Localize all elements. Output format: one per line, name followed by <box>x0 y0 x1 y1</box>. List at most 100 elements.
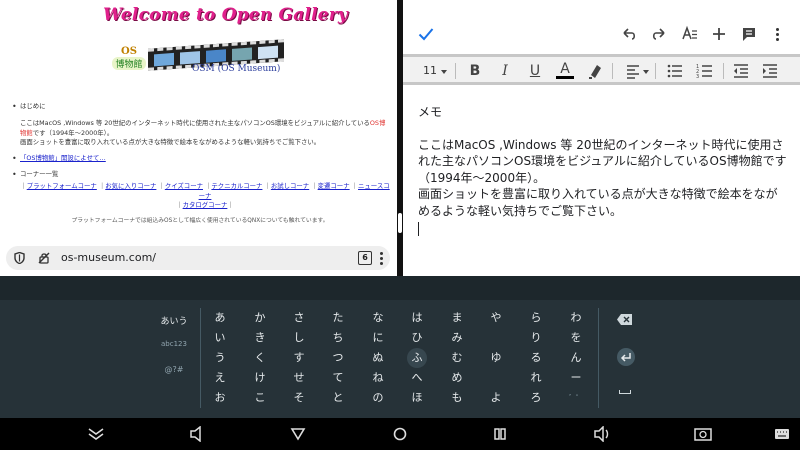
kana-key[interactable]: さ <box>287 311 311 325</box>
keyboard-switch-icon[interactable] <box>774 426 790 442</box>
kana-key[interactable]: な <box>366 311 390 325</box>
shield-icon[interactable] <box>14 252 25 264</box>
kana-key[interactable]: ほ <box>405 391 429 405</box>
kana-key[interactable]: ね <box>366 371 390 385</box>
kana-key[interactable]: ち <box>326 331 350 345</box>
corner-link-history[interactable]: 変遷コーナ <box>318 182 350 190</box>
kana-key[interactable]: た <box>326 311 350 325</box>
os-museum-logo[interactable]: OS 博物館 <box>112 46 146 71</box>
space-key[interactable] <box>619 390 631 394</box>
kana-key[interactable]: つ <box>326 351 350 365</box>
logo-kanji-text: 博物館 <box>112 57 146 70</box>
kana-key[interactable]: ゛゜ <box>564 391 588 405</box>
kana-key[interactable]: は <box>405 311 429 325</box>
enter-key[interactable] <box>617 348 635 366</box>
recent-apps-icon[interactable] <box>490 426 510 442</box>
corner-link-trial[interactable]: お試しコーナ <box>271 182 309 190</box>
volume-down-icon[interactable] <box>188 426 208 442</box>
insert-plus-icon[interactable] <box>710 25 728 43</box>
mode-alnum-key[interactable]: abc123 <box>150 340 198 348</box>
kana-key[interactable]: に <box>366 331 390 345</box>
kana-key[interactable]: ろ <box>524 391 548 405</box>
kana-key[interactable]: し <box>287 331 311 345</box>
kana-key[interactable]: あ <box>208 311 232 325</box>
kana-key[interactable]: く <box>248 351 272 365</box>
kana-key[interactable]: い <box>208 331 232 345</box>
kana-key[interactable]: き <box>248 331 272 345</box>
increase-indent-icon[interactable] <box>761 62 779 80</box>
kana-key[interactable]: ん <box>564 351 588 365</box>
kana-key[interactable]: の <box>366 391 390 405</box>
kana-key[interactable]: ー <box>564 371 588 385</box>
kana-key[interactable]: わ <box>564 311 588 325</box>
kana-key[interactable]: れ <box>524 371 548 385</box>
kana-key[interactable]: ゆ <box>484 351 508 365</box>
corner-link-favorites[interactable]: お気に入りコーナ <box>105 182 156 190</box>
kana-key[interactable]: も <box>445 391 469 405</box>
not-secure-icon[interactable] <box>38 252 50 264</box>
highlighter-icon[interactable] <box>586 62 604 80</box>
more-options-icon[interactable] <box>378 250 386 266</box>
kana-key[interactable]: そ <box>287 391 311 405</box>
italic-icon[interactable]: I <box>496 62 514 80</box>
backspace-icon[interactable] <box>617 314 632 325</box>
text-format-icon[interactable] <box>681 25 699 43</box>
mode-kana-key[interactable]: あいう <box>150 314 198 327</box>
done-check-icon[interactable] <box>418 27 434 41</box>
kana-key[interactable]: と <box>326 391 350 405</box>
tab-count-button[interactable]: 6 <box>358 251 372 265</box>
kana-key[interactable]: よ <box>484 391 508 405</box>
kana-key[interactable]: て <box>326 371 350 385</box>
screenshot-icon[interactable] <box>693 426 713 442</box>
mode-symbol-key[interactable]: @?# <box>150 365 198 374</box>
kana-key[interactable]: ぬ <box>366 351 390 365</box>
kana-key[interactable]: お <box>208 391 232 405</box>
hide-keyboard-icon[interactable] <box>86 426 106 442</box>
volume-up-icon[interactable] <box>592 426 612 442</box>
split-divider-handle[interactable] <box>398 213 402 233</box>
kana-key[interactable]: む <box>445 351 469 365</box>
kana-key[interactable]: や <box>484 311 508 325</box>
doc-more-options-icon[interactable] <box>775 26 781 42</box>
kana-key[interactable]: み <box>445 331 469 345</box>
kana-key[interactable]: ら <box>524 311 548 325</box>
kana-key[interactable]: せ <box>287 371 311 385</box>
kana-key[interactable]: ふ <box>407 348 427 368</box>
home-icon[interactable] <box>390 426 410 442</box>
corner-link-technical[interactable]: テクニカルコーナ <box>211 182 262 190</box>
back-icon[interactable] <box>288 426 308 442</box>
decrease-indent-icon[interactable] <box>732 62 750 80</box>
kana-key[interactable]: こ <box>248 391 272 405</box>
align-left-icon[interactable] <box>625 62 643 80</box>
kana-key[interactable]: え <box>208 371 232 385</box>
document-body[interactable]: メモ ここはMacOS ,Windows 等 20世紀のインターネット時代に使用… <box>418 104 788 236</box>
kana-key[interactable]: を <box>564 331 588 345</box>
kana-key[interactable]: る <box>524 351 548 365</box>
font-size-dropdown-icon[interactable] <box>441 70 447 74</box>
kana-key[interactable]: う <box>208 351 232 365</box>
corner-link-catalog[interactable]: カタログコーナ <box>183 201 228 209</box>
kana-key[interactable]: ま <box>445 311 469 325</box>
kana-key[interactable]: へ <box>405 371 429 385</box>
redo-icon[interactable] <box>650 25 668 43</box>
align-dropdown-icon[interactable] <box>643 70 649 74</box>
underline-icon[interactable]: U <box>526 62 544 80</box>
undo-icon[interactable] <box>620 25 638 43</box>
comment-icon[interactable] <box>740 25 758 43</box>
corner-link-platform[interactable]: プラットフォームコーナ <box>27 182 97 190</box>
bulleted-list-icon[interactable] <box>666 62 684 80</box>
font-size-value[interactable]: 11 <box>423 64 437 77</box>
bold-icon[interactable]: B <box>466 62 484 80</box>
text-color-icon[interactable]: A <box>556 62 574 79</box>
kana-key[interactable]: か <box>248 311 272 325</box>
kana-key[interactable]: ひ <box>405 331 429 345</box>
opening-link[interactable]: 「OS博物館」開設によせて… <box>20 154 106 162</box>
address-bar[interactable]: os-museum.com/ 6 <box>6 246 390 270</box>
kana-key[interactable]: け <box>248 371 272 385</box>
numbered-list-icon[interactable]: 1 2 3 <box>696 62 714 80</box>
url-text[interactable]: os-museum.com/ <box>61 251 156 264</box>
kana-key[interactable]: り <box>524 331 548 345</box>
kana-key[interactable]: す <box>287 351 311 365</box>
kana-key[interactable]: め <box>445 371 469 385</box>
corner-link-quiz[interactable]: クイズコーナ <box>165 182 203 190</box>
